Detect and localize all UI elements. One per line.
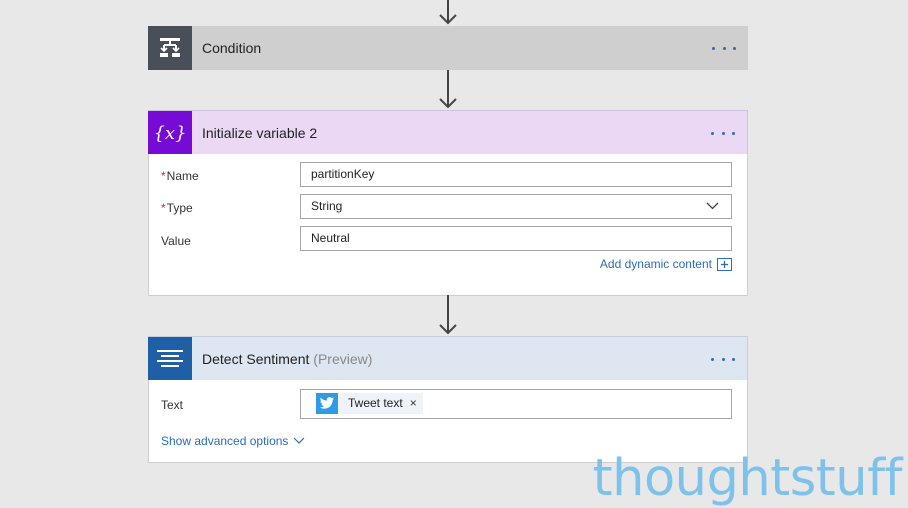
type-label: *Type	[161, 201, 193, 215]
text-label: Text	[161, 398, 184, 412]
connector-arrow	[439, 70, 457, 109]
svg-text:{x}: {x}	[153, 123, 186, 144]
detect-sentiment-header[interactable]: Detect Sentiment (Preview)	[148, 336, 748, 381]
chevron-down-icon	[294, 437, 305, 444]
text-input[interactable]: Tweet text ×	[300, 389, 732, 419]
condition-branch-icon	[148, 26, 192, 70]
initialize-variable-more-button[interactable]	[711, 125, 735, 141]
type-selected-value: String	[311, 199, 343, 213]
show-advanced-options-label: Show advanced options	[161, 434, 289, 448]
twitter-bird-icon	[316, 393, 338, 414]
add-plus-icon	[717, 257, 732, 271]
initialize-variable-title: Initialize variable 2	[202, 124, 318, 141]
connector-arrow	[439, 295, 457, 335]
show-advanced-options-link[interactable]: Show advanced options	[161, 434, 305, 448]
initialize-variable-body: *Name partitionKey *Type String Value Ne…	[148, 154, 748, 296]
preview-tag: (Preview)	[313, 350, 373, 367]
condition-header[interactable]: Condition	[148, 26, 748, 70]
tweet-text-token[interactable]: Tweet text ×	[316, 393, 423, 414]
condition-more-button[interactable]	[712, 40, 736, 56]
add-dynamic-content-link[interactable]: Add dynamic content	[600, 257, 732, 271]
watermark-logo: thoughtstuff	[592, 449, 903, 508]
name-label: *Name	[161, 169, 199, 183]
value-field[interactable]: Neutral	[300, 226, 732, 251]
name-field[interactable]: partitionKey	[300, 162, 732, 187]
value-label: Value	[161, 234, 191, 248]
connector-arrow	[439, 0, 457, 25]
text-lines-icon	[148, 336, 192, 381]
condition-title: Condition	[202, 40, 262, 56]
detect-sentiment-title: Detect Sentiment (Preview)	[202, 350, 373, 367]
detect-sentiment-card[interactable]: Detect Sentiment (Preview) Text Tweet te…	[148, 336, 748, 463]
variable-braces-icon: {x}	[148, 110, 192, 155]
type-select[interactable]: String	[300, 194, 732, 219]
initialize-variable-card[interactable]: {x} Initialize variable 2 *Name partitio…	[148, 110, 748, 296]
add-dynamic-content-label: Add dynamic content	[599, 257, 712, 271]
detect-sentiment-more-button[interactable]	[711, 351, 735, 367]
chevron-down-icon	[706, 202, 719, 210]
remove-token-button[interactable]: ×	[410, 392, 417, 415]
tweet-text-token-label: Tweet text	[348, 396, 403, 410]
condition-card[interactable]: Condition	[148, 26, 748, 70]
initialize-variable-header[interactable]: {x} Initialize variable 2	[148, 110, 748, 155]
